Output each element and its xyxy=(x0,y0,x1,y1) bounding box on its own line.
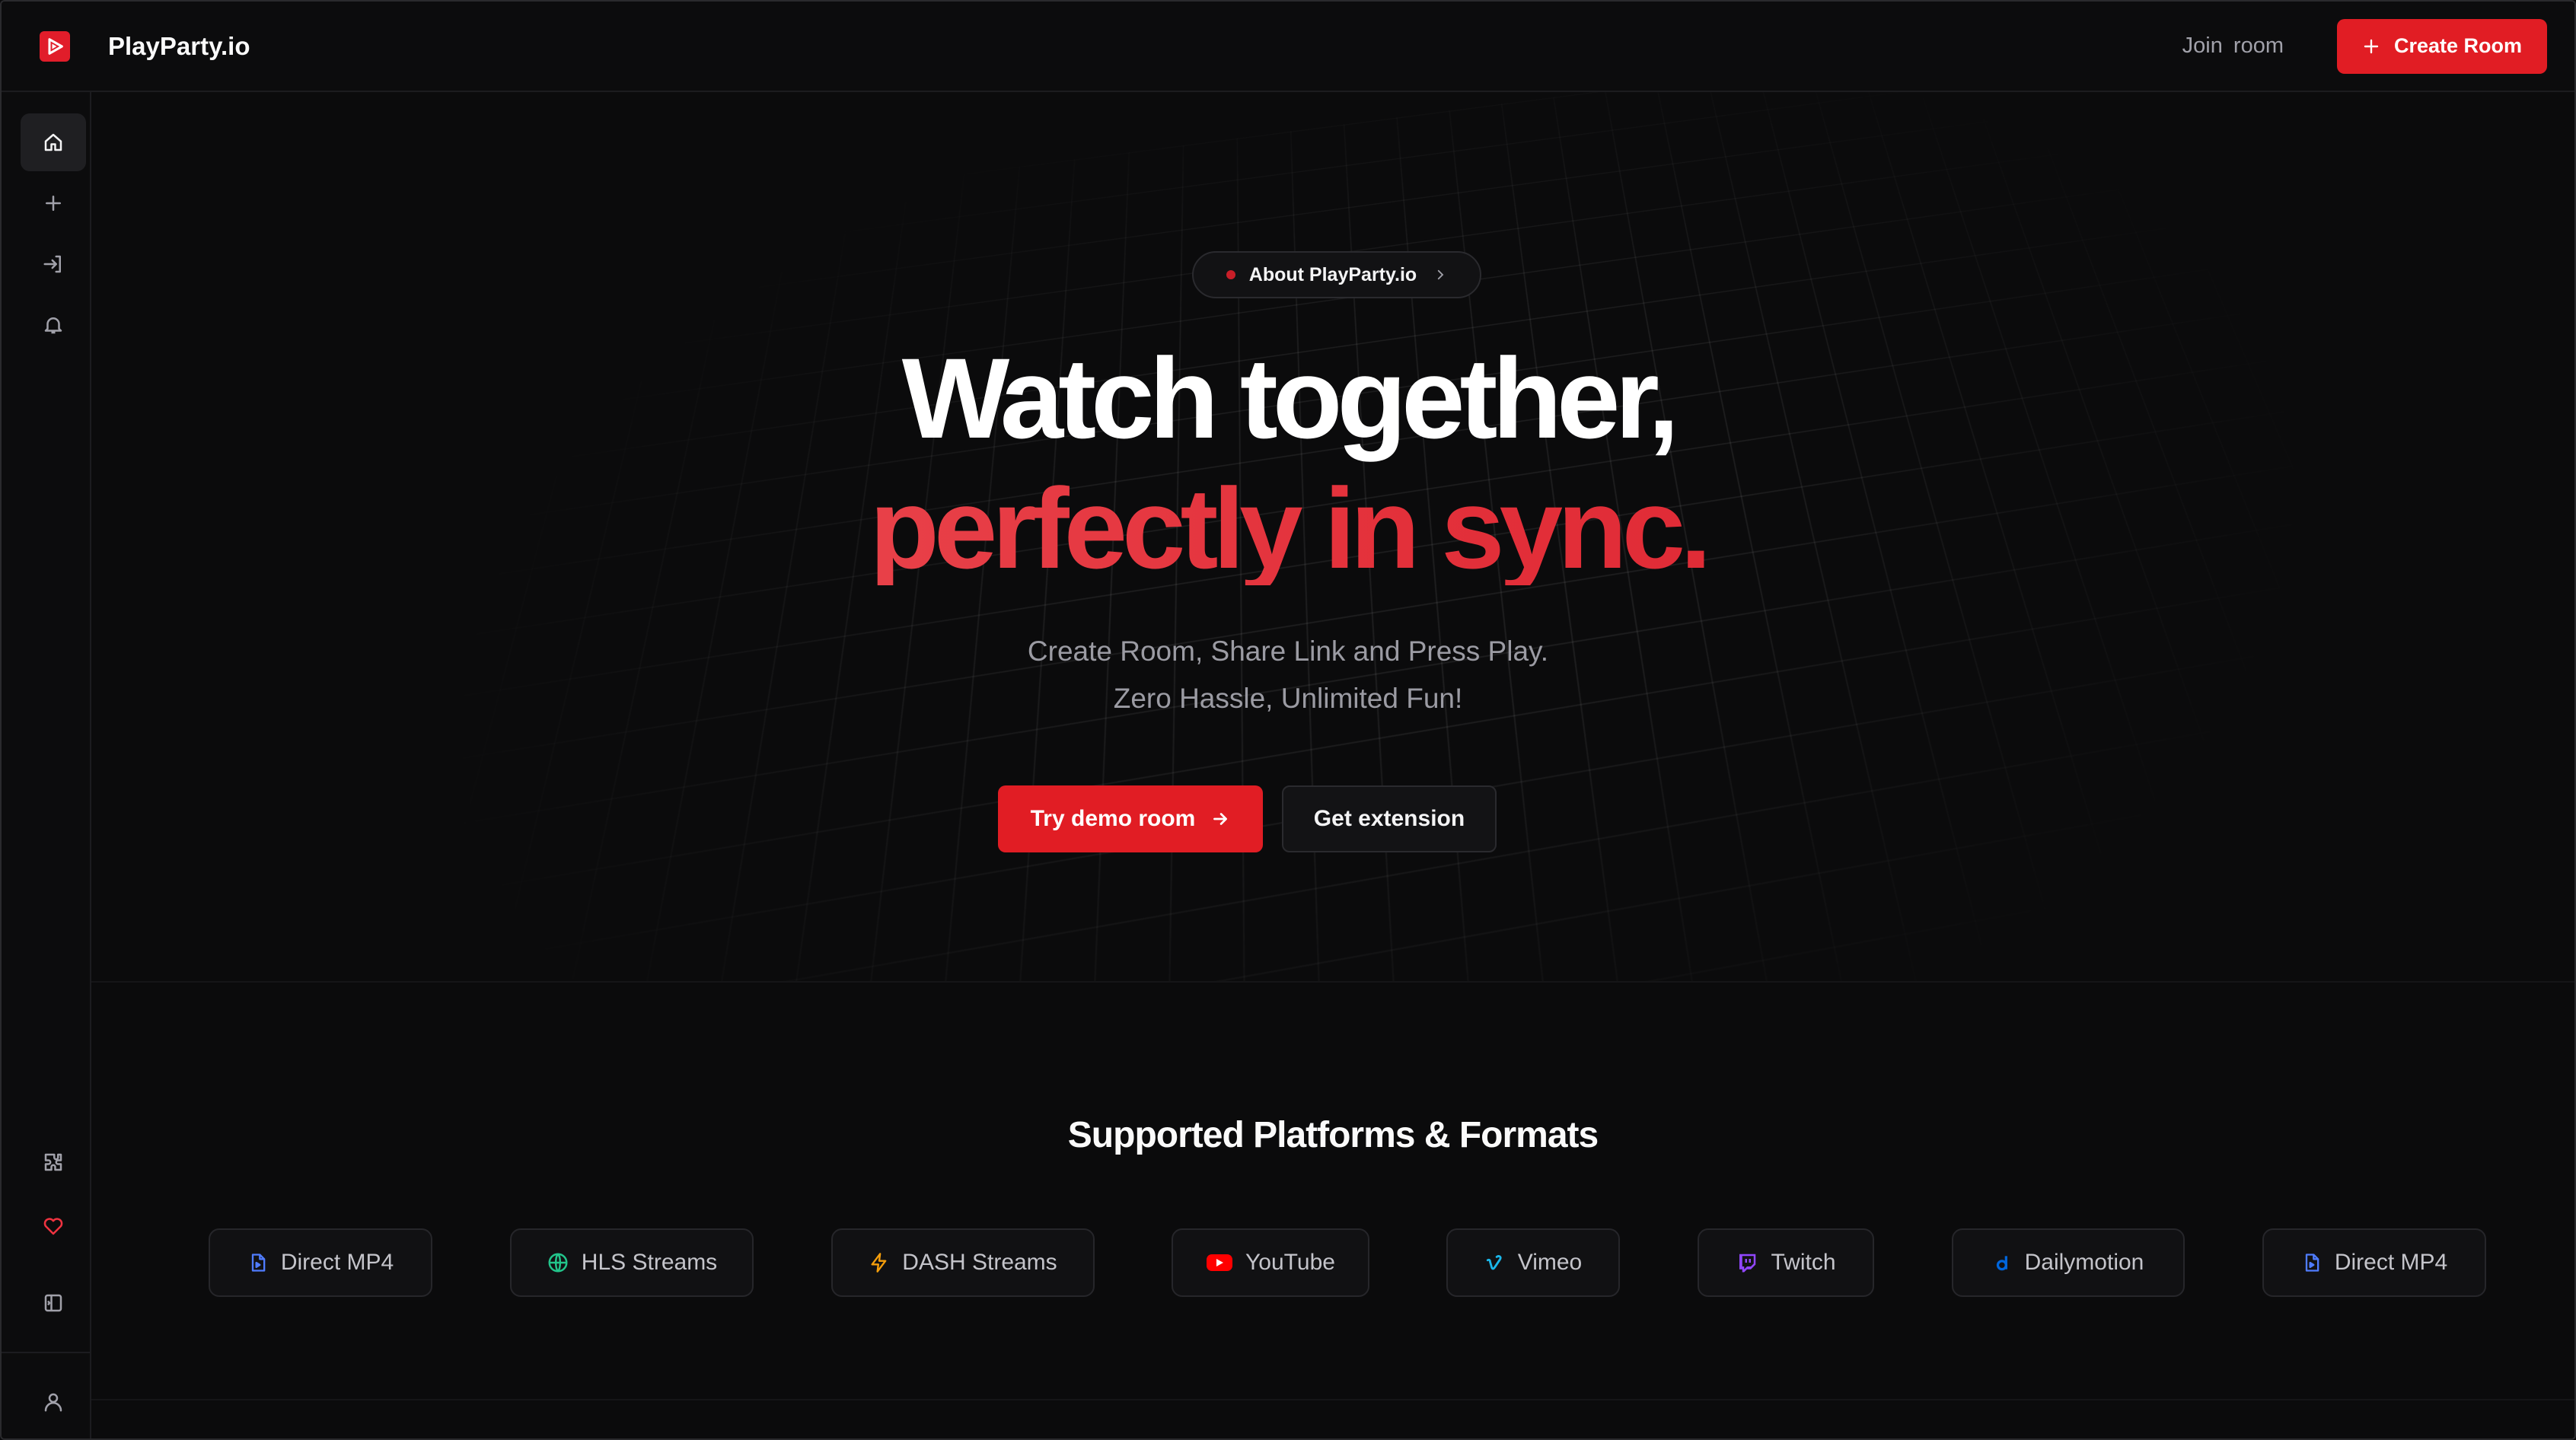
file-video-icon xyxy=(247,1251,269,1274)
about-pill[interactable]: About PlayParty.io xyxy=(1192,251,1481,298)
brand-name: PlayParty.io xyxy=(108,31,250,60)
panel-icon xyxy=(44,1294,62,1312)
join-room-link[interactable]: Join room xyxy=(2182,33,2284,59)
sidebar-item-create[interactable] xyxy=(21,174,86,232)
platform-chip-direct-mp4-2[interactable]: Direct MP4 xyxy=(2262,1228,2486,1297)
try-demo-room-button[interactable]: Try demo room xyxy=(998,785,1263,852)
sidebar-item-home[interactable] xyxy=(21,113,86,171)
platform-chip-dailymotion[interactable]: Dailymotion xyxy=(1952,1228,2185,1297)
platform-label: Direct MP4 xyxy=(2334,1250,2448,1275)
youtube-icon xyxy=(1206,1252,1233,1273)
sidebar xyxy=(2,92,91,1438)
heart-icon xyxy=(43,1218,63,1235)
vimeo-icon xyxy=(1484,1253,1506,1273)
subheadline-line-1: Create Room, Share Link and Press Play. xyxy=(1027,636,1549,667)
subheadline-line-2: Zero Hassle, Unlimited Fun! xyxy=(1113,683,1463,714)
sidebar-item-join[interactable] xyxy=(21,235,86,293)
login-icon xyxy=(43,255,61,273)
sidebar-item-favorites[interactable] xyxy=(21,1197,86,1255)
platform-label: Dailymotion xyxy=(2024,1250,2144,1275)
create-room-label: Create Room xyxy=(2393,34,2523,57)
headline-line-2: perfectly in sync. xyxy=(2,471,2574,585)
platforms-title: Supported Platforms & Formats xyxy=(1067,1115,1599,1155)
get-extension-label: Get extension xyxy=(1313,806,1465,831)
bolt-icon xyxy=(869,1251,890,1274)
platform-label: Vimeo xyxy=(1517,1250,1583,1275)
file-video-icon xyxy=(2301,1251,2323,1274)
get-extension-button[interactable]: Get extension xyxy=(1282,785,1497,852)
bell-icon xyxy=(44,317,62,334)
sidebar-item-profile[interactable] xyxy=(21,1373,86,1431)
play-logo-icon xyxy=(40,30,70,62)
section-divider xyxy=(91,1399,2574,1400)
app-window: PlayParty.io Join room Create Room About… xyxy=(0,0,2576,1440)
platform-chip-direct-mp4[interactable]: Direct MP4 xyxy=(209,1228,432,1297)
platform-label: HLS Streams xyxy=(581,1250,718,1275)
puzzle-icon xyxy=(44,1153,62,1171)
plus-icon xyxy=(2364,39,2379,53)
top-actions: Join room Create Room xyxy=(2182,18,2547,74)
platform-chip-vimeo[interactable]: Vimeo xyxy=(1446,1228,1620,1297)
chevron-right-icon xyxy=(1438,269,1444,280)
platform-chip-twitch[interactable]: Twitch xyxy=(1698,1228,1874,1297)
top-bar: PlayParty.io Join room Create Room xyxy=(2,2,2574,92)
sidebar-divider xyxy=(2,1352,90,1353)
platform-label: Direct MP4 xyxy=(280,1250,394,1275)
platform-chip-youtube[interactable]: YouTube xyxy=(1172,1228,1369,1297)
brand[interactable]: PlayParty.io xyxy=(40,30,250,62)
platform-chip-hls-streams[interactable]: HLS Streams xyxy=(510,1228,754,1297)
platform-label: YouTube xyxy=(1245,1250,1335,1275)
home-icon xyxy=(44,133,62,151)
status-dot xyxy=(1226,270,1235,279)
arrow-right-icon xyxy=(1213,813,1228,825)
plus-icon xyxy=(46,196,61,211)
headline-line-1: Watch together, xyxy=(901,334,1680,462)
platform-label: DASH Streams xyxy=(902,1250,1057,1275)
sidebar-item-toggle-panel[interactable] xyxy=(21,1274,86,1332)
globe-icon xyxy=(547,1251,569,1274)
user-icon xyxy=(44,1393,62,1412)
platform-label: Twitch xyxy=(1771,1250,1836,1275)
about-pill-label: About PlayParty.io xyxy=(1248,263,1417,285)
create-room-button[interactable]: Create Room xyxy=(2337,18,2547,74)
dailymotion-icon xyxy=(1993,1253,2013,1273)
platform-chip-dash-streams[interactable]: DASH Streams xyxy=(831,1228,1095,1297)
sidebar-item-extensions[interactable] xyxy=(21,1133,86,1191)
try-demo-room-label: Try demo room xyxy=(1030,806,1196,831)
twitch-icon xyxy=(1736,1251,1758,1274)
